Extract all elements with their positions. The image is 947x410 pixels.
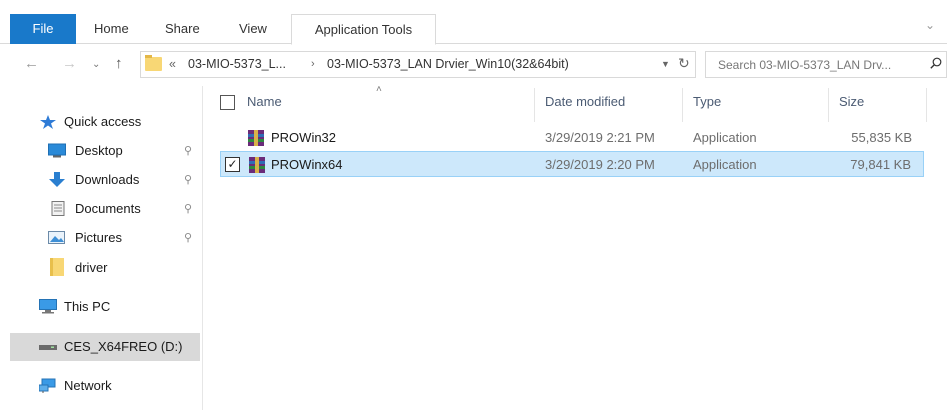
winrar-application-icon [248,130,264,146]
select-all-checkbox[interactable] [220,95,235,110]
sidebar-item-label: Pictures [75,230,122,245]
network-icon [39,378,56,393]
column-header-type[interactable]: Type [693,94,721,109]
search-input[interactable]: Search 03-MIO-5373_LAN Drv... [718,58,891,72]
expand-ribbon-chevron-icon[interactable]: ⌄ [925,18,935,32]
forward-arrow-icon[interactable]: → [62,55,77,72]
desktop-icon [48,143,66,158]
sidebar-item-label: Downloads [75,172,140,187]
column-divider[interactable] [926,88,927,122]
sidebar-item-documents[interactable]: Documents ⚲ [0,195,200,223]
table-row[interactable]: PROWin32 3/29/2019 2:21 PM Application 5… [220,125,924,151]
sidebar-item-label: Network [64,378,112,393]
star-icon [40,115,56,129]
row-checkbox-checked[interactable]: ✓ [225,157,240,172]
sidebar-item-quick-access[interactable]: Quick access [0,108,200,136]
pin-icon[interactable]: ⚲ [184,137,192,165]
column-divider[interactable] [682,88,683,122]
back-arrow-icon[interactable]: ← [24,55,39,72]
drive-icon [39,345,57,350]
search-icon[interactable] [930,57,942,69]
breadcrumb-segment-current[interactable]: 03-MIO-5373_LAN Drvier_Win10(32&64bit) [327,57,569,71]
column-header-size[interactable]: Size [839,94,864,109]
tab-application-tools[interactable]: Application Tools [291,14,436,45]
sidebar-item-label: Documents [75,201,141,216]
column-header-name[interactable]: Name [247,94,282,109]
sidebar-item-network[interactable]: Network [0,372,200,400]
column-divider[interactable] [534,88,535,122]
file-size: 55,835 KB [851,130,912,145]
pin-icon[interactable]: ⚲ [184,195,192,223]
navigation-bar: ← → ⌄ ↑ « 03-MIO-5373_L... › 03-MIO-5373… [0,44,947,86]
document-icon [51,201,65,216]
address-bar[interactable]: « 03-MIO-5373_L... › 03-MIO-5373_LAN Drv… [140,51,696,78]
pin-icon[interactable]: ⚲ [184,224,192,252]
tab-file[interactable]: File [10,14,76,44]
file-type: Application [693,157,757,172]
sidebar-item-label: CES_X64FREO (D:) [64,339,183,354]
refresh-icon[interactable]: ↻ [678,55,690,72]
column-divider[interactable] [828,88,829,122]
file-date-modified: 3/29/2019 2:20 PM [545,157,655,172]
address-dropdown-chevron-icon[interactable]: ▼ [661,59,670,69]
tab-view[interactable]: View [235,14,271,44]
address-overflow[interactable]: « [169,57,176,71]
sort-ascending-caret-icon: ˄ [376,84,382,95]
file-type: Application [693,130,757,145]
sidebar-item-driver[interactable]: driver [0,254,200,282]
computer-icon [39,299,57,314]
sidebar-item-label: This PC [64,299,111,314]
file-name: PROWinx64 [271,157,343,172]
folder-icon [145,55,162,71]
tab-share[interactable]: Share [161,14,204,44]
table-row[interactable]: ✓ PROWinx64 3/29/2019 2:20 PM Applicatio… [220,151,924,177]
winrar-application-icon [249,157,265,173]
file-list: Name ˄ Date modified Type Size PROWin32 … [204,84,947,410]
file-size: 79,841 KB [850,157,911,172]
pin-icon[interactable]: ⚲ [184,166,192,194]
search-box[interactable]: Search 03-MIO-5373_LAN Drv... [705,51,947,78]
sidebar-item-label: Quick access [64,114,142,129]
file-date-modified: 3/29/2019 2:21 PM [545,130,655,145]
recent-locations-chevron-icon[interactable]: ⌄ [92,59,100,70]
sidebar-item-desktop[interactable]: Desktop ⚲ [0,137,200,165]
column-header-date-modified[interactable]: Date modified [545,94,625,109]
folder-icon [50,258,64,276]
sidebar-item-downloads[interactable]: Downloads ⚲ [0,166,200,194]
sidebar-item-label: driver [75,260,108,275]
file-name: PROWin32 [271,130,337,145]
download-arrow-icon [49,172,65,187]
ribbon: File Home Share View Application Tools ⌄ [0,0,947,45]
up-arrow-icon[interactable]: ↑ [115,55,123,72]
sidebar-item-label: Desktop [75,143,123,158]
sidebar-item-this-pc[interactable]: This PC [0,293,200,321]
breadcrumb-segment-parent[interactable]: 03-MIO-5373_L... [188,57,286,71]
tab-home[interactable]: Home [90,14,133,44]
sidebar-item-drive-d[interactable]: CES_X64FREO (D:) [10,333,200,361]
sidebar-item-pictures[interactable]: Pictures ⚲ [0,224,200,252]
pictures-icon [48,231,65,244]
navigation-pane: Quick access Desktop ⚲ Downloads ⚲ Docum… [0,86,203,410]
breadcrumb-separator-icon[interactable]: › [311,58,315,70]
